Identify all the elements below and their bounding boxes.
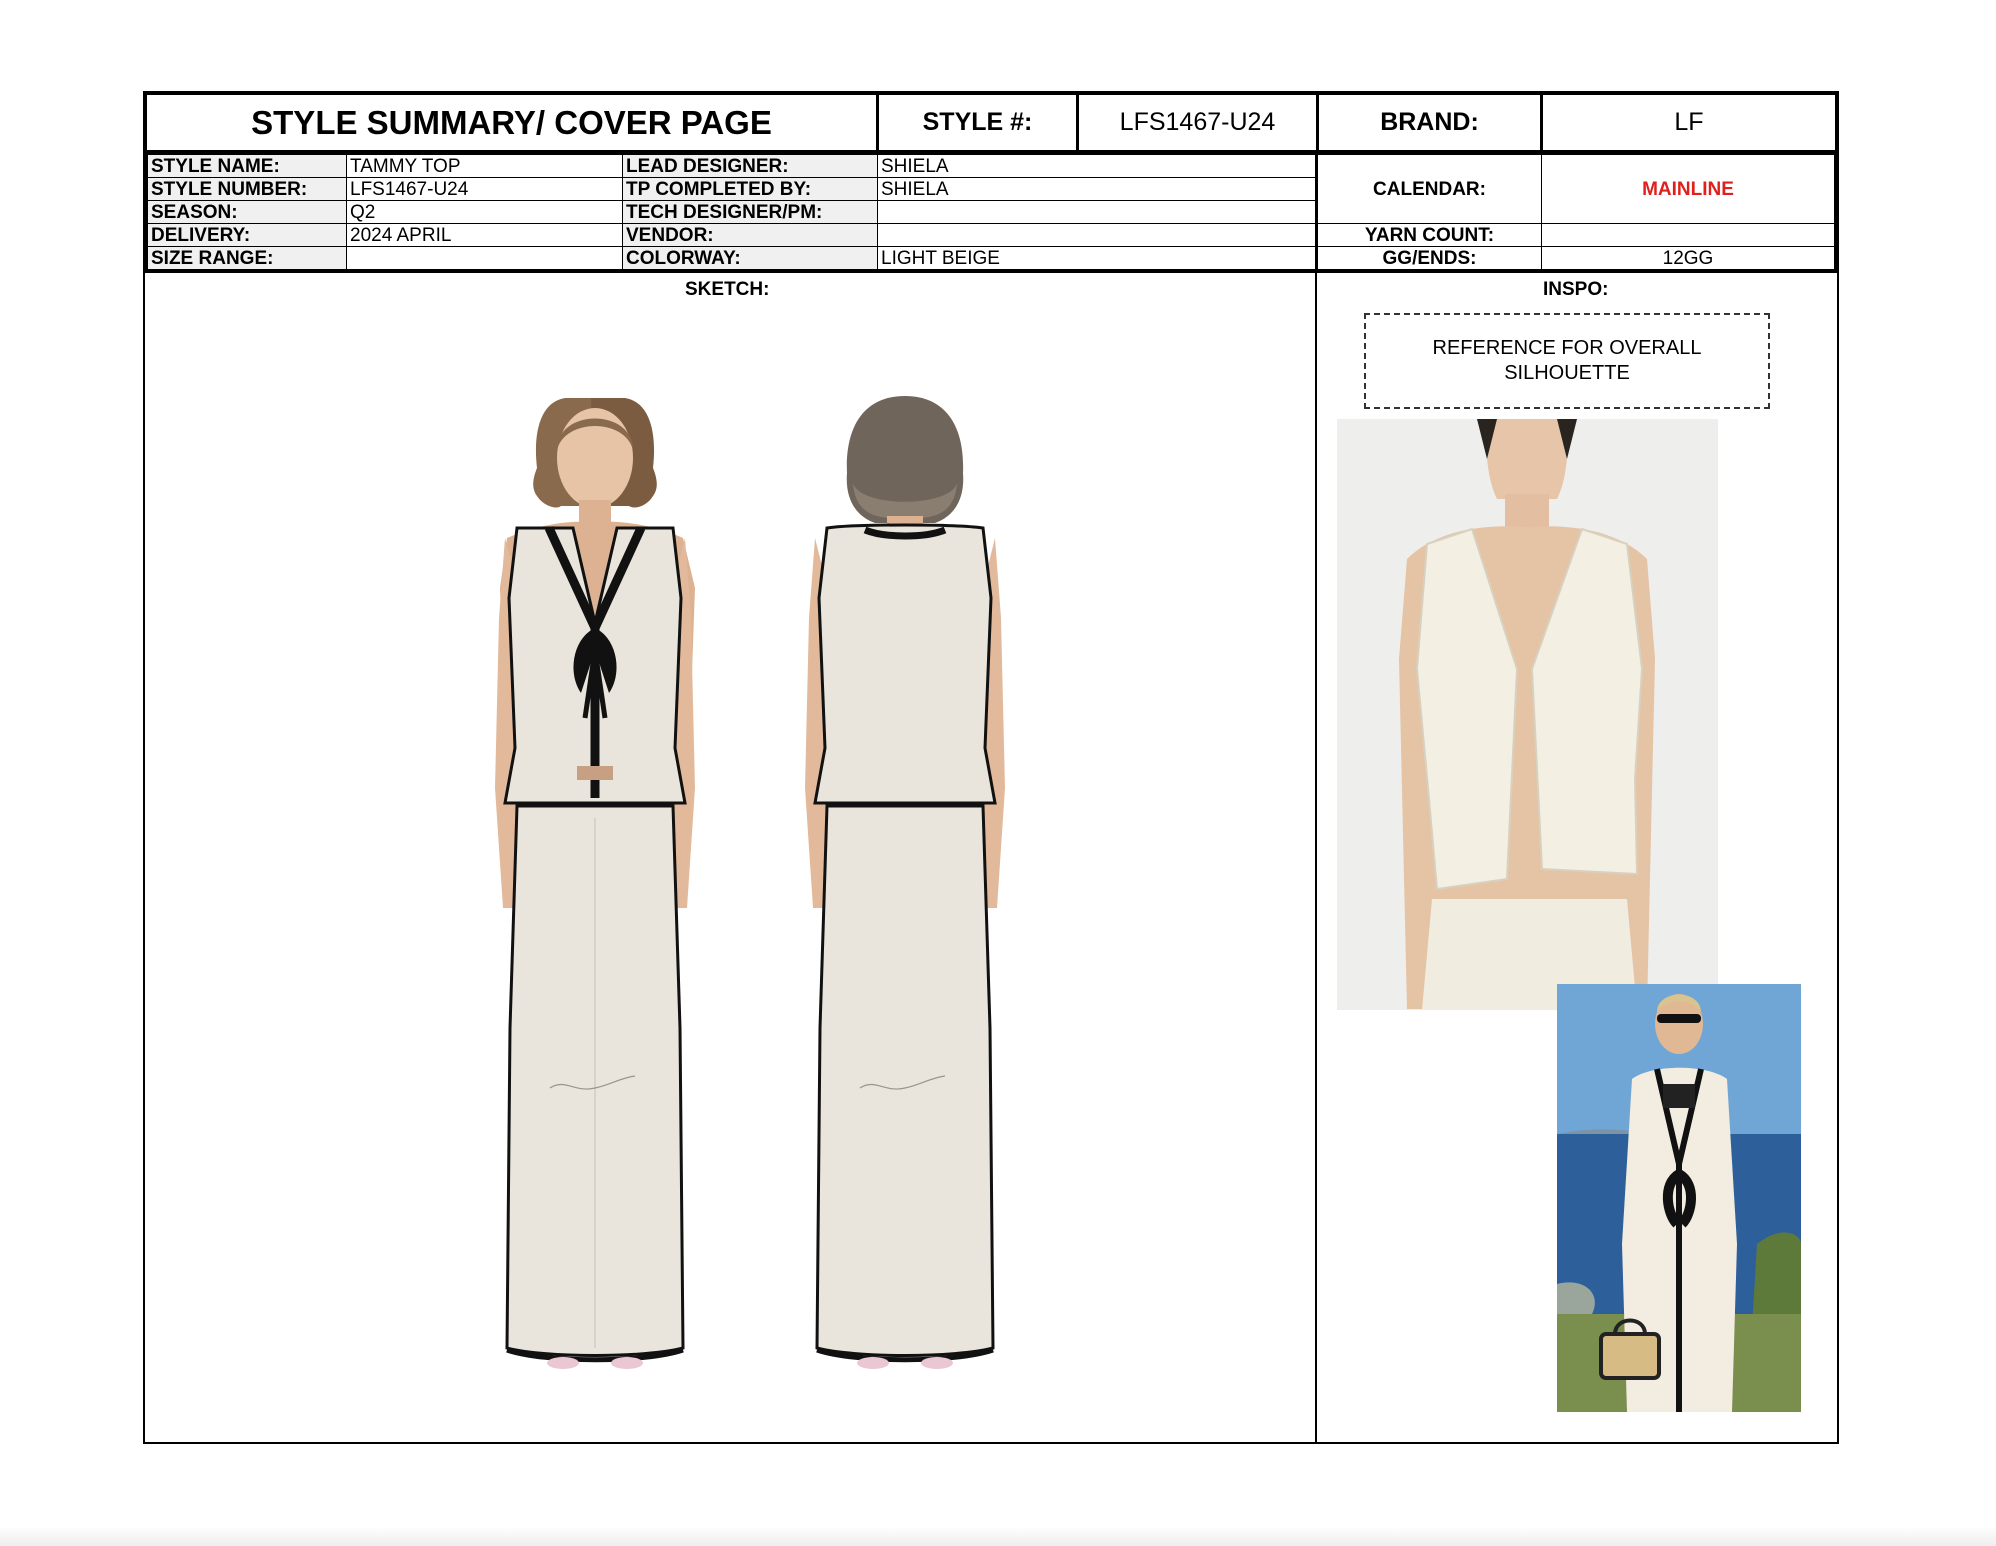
style-name-label: STYLE NAME: (147, 154, 347, 178)
style-name-value: TAMMY TOP (346, 154, 623, 178)
lead-designer-value: SHIELA (877, 154, 1317, 178)
page-title: STYLE SUMMARY/ COVER PAGE (251, 103, 772, 141)
season-label: SEASON: (147, 200, 347, 224)
vendor-label: VENDOR: (622, 223, 878, 247)
style-no-label: STYLE #: (876, 95, 1076, 150)
colorway-label: COLORWAY: (622, 246, 878, 270)
inspo-label: INSPO: (1543, 279, 1609, 300)
gg-ends-label: GG/ENDS: (1315, 246, 1542, 270)
season-value: Q2 (346, 200, 623, 224)
brand-label: BRAND: (1316, 95, 1540, 150)
yarn-count-value (1541, 223, 1835, 247)
sketch-label: SKETCH: (685, 279, 770, 300)
tp-completed-value: SHIELA (877, 177, 1317, 201)
calendar-label: CALENDAR: (1315, 154, 1542, 224)
calendar-value: MAINLINE (1541, 154, 1835, 224)
style-number-label: STYLE NUMBER: (147, 177, 347, 201)
colorway-value: LIGHT BEIGE (877, 246, 1317, 270)
tp-completed-label: TP COMPLETED BY: (622, 177, 878, 201)
header-row: STYLE SUMMARY/ COVER PAGE STYLE #: LFS14… (143, 91, 1839, 154)
inspo-photo-seaside (1557, 984, 1801, 1412)
size-range-label: SIZE RANGE: (147, 246, 347, 270)
lead-designer-label: LEAD DESIGNER: (622, 154, 878, 178)
tech-designer-value (877, 200, 1317, 224)
vendor-value (877, 223, 1317, 247)
delivery-value: 2024 APRIL (346, 223, 623, 247)
style-summary-sheet: STYLE SUMMARY/ COVER PAGE STYLE #: LFS14… (143, 91, 1839, 1444)
inspo-photo-studio (1337, 419, 1718, 1010)
yarn-count-label: YARN COUNT: (1315, 223, 1542, 247)
style-number-value: LFS1467-U24 (346, 177, 623, 201)
column-divider (1315, 273, 1317, 1442)
size-range-value (346, 246, 623, 270)
window-bottom-edge (0, 1526, 1996, 1546)
gg-ends-value: 12GG (1541, 246, 1835, 270)
back-sketch (805, 396, 1005, 1369)
sketch-and-inspo-area: SKETCH: INSPO: REFERENCE FOR OVERALL SIL… (143, 273, 1839, 1444)
tech-designer-label: TECH DESIGNER/PM: (622, 200, 878, 224)
brand-value: LF (1540, 95, 1835, 150)
style-info-grid: STYLE NAME: TAMMY TOP LEAD DESIGNER: SHI… (143, 154, 1839, 273)
inspo-note: REFERENCE FOR OVERALL SILHOUETTE (1364, 313, 1770, 409)
front-sketch (495, 398, 695, 1369)
style-no-value: LFS1467-U24 (1076, 95, 1316, 150)
delivery-label: DELIVERY: (147, 223, 347, 247)
